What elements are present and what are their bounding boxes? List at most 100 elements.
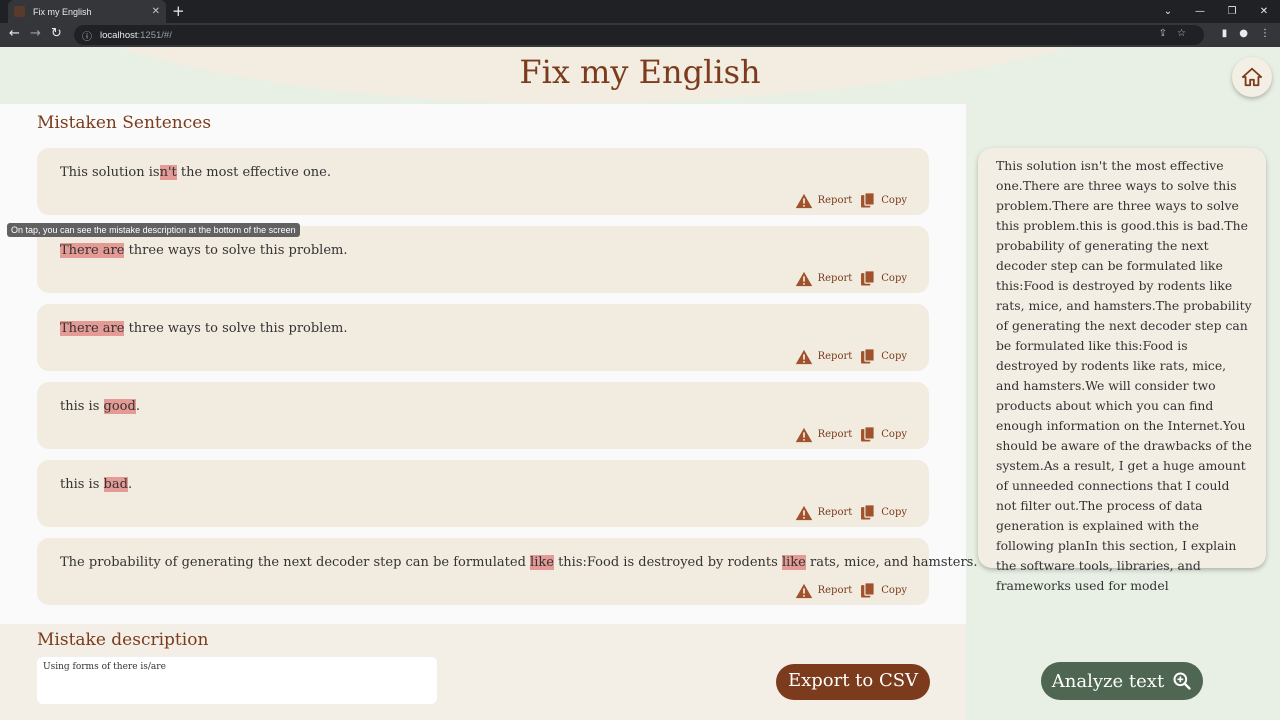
card-actions: Report Copy xyxy=(795,270,907,287)
mistake-sentence[interactable]: This solution isn't the most effective o… xyxy=(60,165,331,180)
report-label: Report xyxy=(817,273,853,284)
sentence-text: The probability of generating the next d… xyxy=(60,555,531,570)
warning-icon xyxy=(795,583,812,598)
copy-icon xyxy=(861,270,876,286)
favicon-icon xyxy=(14,6,25,17)
mistakes-section-title: Mistaken Sentences xyxy=(37,113,212,133)
mistake-highlight[interactable]: like xyxy=(781,555,806,570)
back-icon[interactable]: ← xyxy=(9,26,20,41)
analyze-label: Analyze text xyxy=(1051,670,1165,692)
app-page: Fix my English Mistaken Sentences This s… xyxy=(0,47,1280,720)
copy-icon xyxy=(861,192,876,208)
restore-icon[interactable]: ❐ xyxy=(1216,6,1248,17)
analyze-text-button[interactable]: Analyze text xyxy=(1041,662,1203,700)
sentence-text: this:Food is destroyed by rodents xyxy=(553,555,782,570)
description-section-title: Mistake description xyxy=(37,630,209,650)
report-button[interactable]: Report xyxy=(795,349,853,365)
mistake-sentence[interactable]: There are three ways to solve this probl… xyxy=(60,321,348,336)
report-button[interactable]: Report xyxy=(795,583,852,599)
window-close-icon[interactable]: ✕ xyxy=(1248,6,1280,17)
toolbar-actions: ▮ ● ⋮ xyxy=(1222,28,1270,39)
copy-icon xyxy=(861,426,876,442)
copy-label: Copy xyxy=(881,507,907,518)
report-label: Report xyxy=(817,507,853,518)
sentence-text: . xyxy=(135,399,140,414)
mistake-card[interactable]: this is good. Report Copy xyxy=(37,382,929,449)
side-panel-icon[interactable]: ▮ xyxy=(1222,28,1228,39)
copy-icon xyxy=(861,504,876,520)
tooltip: On tap, you can see the mistake descript… xyxy=(7,223,300,237)
mistake-highlight[interactable]: There are xyxy=(60,243,125,258)
menu-icon[interactable]: ⋮ xyxy=(1260,28,1270,39)
sentence-text: this is xyxy=(60,399,104,414)
mistake-sentence[interactable]: The probability of generating the next d… xyxy=(60,555,977,570)
mistake-sentence[interactable]: There are three ways to solve this probl… xyxy=(60,243,348,258)
mistake-sentence[interactable]: this is good. xyxy=(60,399,140,414)
browser-tab[interactable]: Fix my English ✕ xyxy=(8,0,166,23)
copy-icon xyxy=(861,348,876,364)
mistake-highlight[interactable]: good xyxy=(103,399,136,414)
card-actions: Report Copy xyxy=(795,348,907,365)
browser-toolbar: ← → ↻ ⓘ localhost:1251/#/ ⇪☆ ▮ ● ⋮ xyxy=(0,23,1280,47)
home-button[interactable] xyxy=(1232,57,1272,97)
forward-icon[interactable]: → xyxy=(30,26,41,41)
copy-button[interactable]: Copy xyxy=(860,348,907,365)
warning-icon xyxy=(795,271,812,286)
card-actions: Report Copy xyxy=(795,582,907,599)
copy-label: Copy xyxy=(881,429,907,440)
copy-button[interactable]: Copy xyxy=(860,582,907,599)
sentence-text: the most effective one. xyxy=(176,165,331,180)
share-icon[interactable]: ⇪ xyxy=(1159,28,1177,39)
mistake-card[interactable]: There are three ways to solve this probl… xyxy=(37,304,929,371)
copy-icon xyxy=(861,582,876,598)
report-button[interactable]: Report xyxy=(795,427,853,443)
copy-label: Copy xyxy=(881,351,907,362)
report-button[interactable]: Report xyxy=(795,271,853,287)
mistake-highlight[interactable]: bad xyxy=(103,477,128,492)
report-button[interactable]: Report xyxy=(795,193,852,209)
profile-icon[interactable]: ● xyxy=(1239,28,1248,39)
mistake-card[interactable]: The probability of generating the next d… xyxy=(37,538,977,605)
omnibox-actions: ⇪☆ xyxy=(1159,28,1196,39)
minimize-icon[interactable]: — xyxy=(1184,6,1216,17)
export-csv-button[interactable]: Export to CSV xyxy=(776,664,930,700)
mistake-sentence[interactable]: this is bad. xyxy=(60,477,132,492)
report-label: Report xyxy=(817,429,853,440)
mistake-description-panel: Mistake description Using forms of there… xyxy=(0,624,966,720)
bookmark-star-icon[interactable]: ☆ xyxy=(1177,28,1196,39)
report-label: Report xyxy=(817,351,853,362)
mistake-highlight[interactable]: There are xyxy=(60,321,125,336)
tab-search-icon[interactable]: ⌄ xyxy=(1152,6,1184,17)
new-tab-icon[interactable]: + xyxy=(172,2,185,20)
zoom-search-icon xyxy=(1173,672,1191,690)
copy-button[interactable]: Copy xyxy=(860,270,907,287)
mistake-highlight[interactable]: n't xyxy=(159,165,177,180)
sentence-text: rats, mice, and hamsters. xyxy=(805,555,978,570)
warning-icon xyxy=(795,505,812,520)
copy-button[interactable]: Copy xyxy=(860,426,907,443)
mistake-card[interactable]: This solution isn't the most effective o… xyxy=(37,148,929,215)
mistake-highlight[interactable]: like xyxy=(530,555,554,570)
window-controls: ⌄ — ❐ ✕ xyxy=(1152,0,1280,23)
report-button[interactable]: Report xyxy=(795,505,853,521)
address-bar[interactable]: ⓘ localhost:1251/#/ ⇪☆ xyxy=(74,25,1204,45)
analysis-text-area[interactable]: This solution isn't the most effective o… xyxy=(978,148,1266,593)
copy-label: Copy xyxy=(881,273,907,284)
card-actions: Report Copy xyxy=(795,426,907,443)
tab-close-icon[interactable]: ✕ xyxy=(152,6,160,17)
sentence-text: This solution is xyxy=(60,165,160,180)
site-info-icon[interactable]: ⓘ xyxy=(82,28,92,43)
url-text: localhost:1251/#/ xyxy=(100,29,172,41)
sentence-text: . xyxy=(127,477,133,492)
home-icon xyxy=(1241,67,1263,87)
reload-icon[interactable]: ↻ xyxy=(51,26,62,41)
copy-button[interactable]: Copy xyxy=(860,504,907,521)
sentence-text: three ways to solve this problem. xyxy=(124,243,348,258)
sentence-text: this is xyxy=(60,477,104,492)
warning-icon xyxy=(795,349,812,364)
mistake-card[interactable]: this is bad. Report Copy xyxy=(37,460,929,527)
sentence-text: three ways to solve this problem. xyxy=(124,321,348,336)
copy-button[interactable]: Copy xyxy=(860,192,907,209)
warning-icon xyxy=(795,427,812,442)
warning-icon xyxy=(795,193,812,208)
